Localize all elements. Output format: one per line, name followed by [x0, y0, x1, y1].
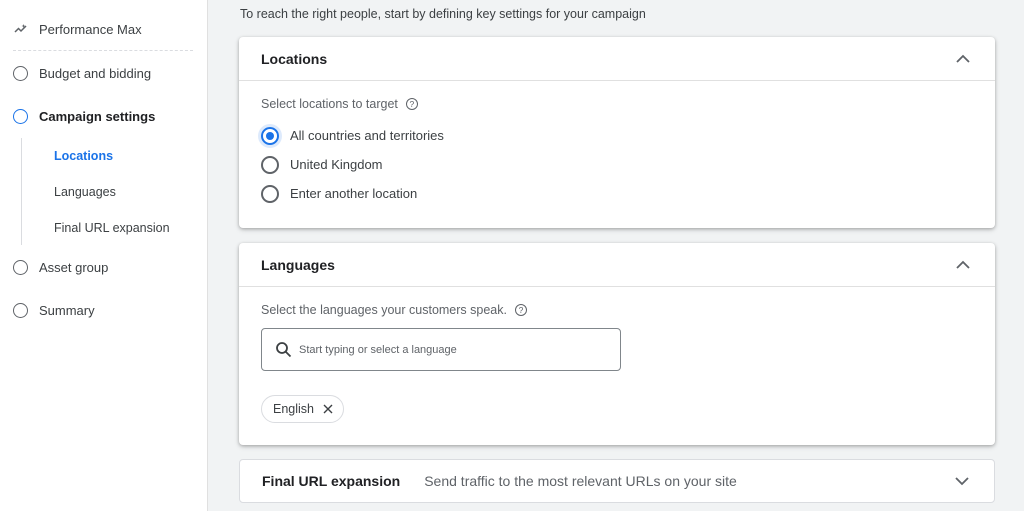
sidebar-item-summary[interactable]: Summary: [0, 300, 95, 320]
radio-another-location[interactable]: Enter another location: [261, 179, 973, 208]
card-title: Final URL expansion: [262, 473, 401, 489]
step-circle-icon: [13, 259, 28, 275]
languages-field-label: Select the languages your customers spea…: [261, 303, 973, 317]
language-chip-english[interactable]: English: [261, 395, 344, 423]
locations-radio-group: All countries and territories United Kin…: [261, 121, 973, 208]
chevron-up-icon[interactable]: [953, 49, 973, 69]
radio-unchecked-icon[interactable]: [261, 155, 279, 174]
radio-label: All countries and territories: [290, 128, 444, 143]
sidebar-item-label: Budget and bidding: [39, 65, 152, 81]
remove-chip-icon[interactable]: [323, 404, 333, 414]
chevron-down-icon[interactable]: [952, 471, 972, 491]
radio-united-kingdom[interactable]: United Kingdom: [261, 150, 973, 179]
sidebar-item-label: Summary: [39, 302, 95, 318]
selected-languages: English: [261, 395, 973, 423]
help-icon[interactable]: ?: [514, 304, 527, 316]
step-circle-icon: [13, 65, 28, 81]
card-title: Languages: [261, 256, 335, 273]
language-search-input[interactable]: [299, 343, 599, 356]
step-circle-icon: [13, 302, 28, 318]
sidebar-item-performance-max[interactable]: Performance Max: [0, 19, 142, 39]
sidebar: Performance Max Budget and bidding Campa…: [0, 0, 208, 511]
label-text: Select the languages your customers spea…: [261, 303, 507, 317]
sidebar-item-asset-group[interactable]: Asset group: [0, 257, 108, 277]
locations-card-header[interactable]: Locations: [239, 37, 995, 81]
radio-unchecked-icon[interactable]: [261, 184, 279, 203]
radio-checked-icon[interactable]: [261, 126, 279, 145]
locations-field-label: Select locations to target ?: [261, 97, 973, 111]
chevron-up-icon[interactable]: [953, 255, 973, 275]
card-title: Locations: [261, 50, 328, 67]
intro-text: To reach the right people, start by defi…: [240, 7, 646, 21]
sidebar-item-campaign-settings[interactable]: Campaign settings: [0, 106, 155, 126]
final-url-expansion-card[interactable]: Final URL expansion Send traffic to the …: [239, 459, 995, 503]
languages-card-header[interactable]: Languages: [239, 243, 995, 287]
performance-max-icon: [13, 22, 28, 37]
sidebar-item-label: Asset group: [39, 259, 109, 275]
radio-label: United Kingdom: [290, 157, 383, 172]
final-url-card-header[interactable]: Final URL expansion Send traffic to the …: [240, 460, 994, 502]
sidebar-divider: [13, 50, 193, 51]
card-subtitle: Send traffic to the most relevant URLs o…: [424, 473, 737, 489]
sub-nav-line: [21, 138, 22, 245]
step-circle-icon: [13, 108, 28, 124]
sidebar-subitem-locations[interactable]: Locations: [54, 149, 113, 163]
sidebar-item-label: Campaign settings: [39, 108, 156, 124]
help-icon[interactable]: ?: [405, 98, 418, 110]
sidebar-item-label: Performance Max: [39, 21, 142, 37]
language-search-field[interactable]: [261, 328, 621, 371]
sidebar-subitem-final-url-expansion[interactable]: Final URL expansion: [54, 221, 170, 235]
locations-card: Locations Select locations to target ? A…: [239, 37, 995, 228]
languages-card: Languages Select the languages your cust…: [239, 243, 995, 445]
radio-label: Enter another location: [290, 186, 418, 201]
sidebar-subitem-languages[interactable]: Languages: [54, 185, 116, 199]
chip-label: English: [273, 402, 314, 416]
radio-all-countries[interactable]: All countries and territories: [261, 121, 973, 150]
search-icon: [275, 341, 292, 358]
label-text: Select locations to target: [261, 97, 398, 111]
sidebar-item-budget-and-bidding[interactable]: Budget and bidding: [0, 63, 151, 83]
